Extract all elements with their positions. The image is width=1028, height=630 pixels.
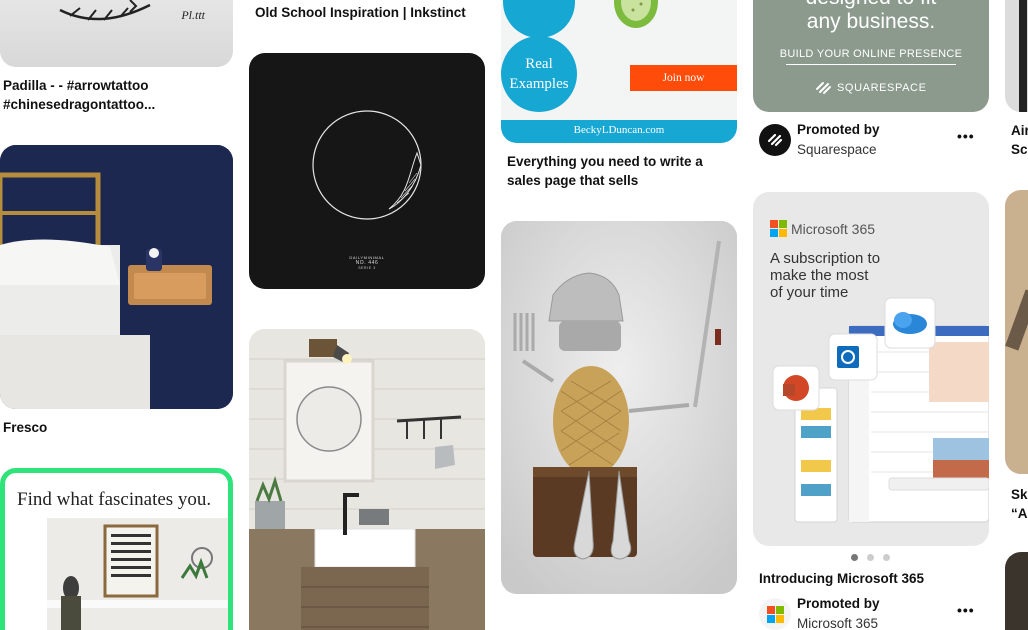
- sponsor-name[interactable]: Microsoft 365: [797, 614, 880, 630]
- partial-caption-line: Sku: [1011, 487, 1028, 502]
- promoted-by-squarespace[interactable]: Promoted by Squarespace: [759, 120, 880, 160]
- spoon-robot-image: [501, 221, 737, 594]
- pin-partial-middle-right[interactable]: [1005, 190, 1028, 474]
- pin-fresco-bedroom[interactable]: [0, 145, 233, 409]
- microsoft-avatar[interactable]: [759, 598, 791, 630]
- pin-caption-partial-1[interactable]: Air Scr: [1011, 121, 1028, 159]
- promoted-label: Promoted by: [797, 596, 880, 611]
- partial-caption-line: Air: [1011, 123, 1028, 138]
- pin-rustic-bathroom[interactable]: [249, 329, 485, 630]
- real-examples-label: Real Examples: [509, 56, 569, 92]
- minimal-circle-artwork: [312, 110, 422, 220]
- more-options-icon[interactable]: •••: [957, 128, 975, 144]
- microsoft-avatar-logo-icon: [766, 605, 784, 623]
- ad-microsoft365[interactable]: Microsoft 365 A subscription to make the…: [753, 192, 989, 546]
- squarespace-cta-underline: [786, 64, 956, 65]
- pin-find-fascinates[interactable]: Find what fascinates you.: [0, 468, 233, 630]
- pin-partial-bottom-right[interactable]: [1005, 552, 1028, 630]
- carousel-dot[interactable]: [883, 554, 890, 561]
- pin-dailyminimal-poster[interactable]: DAILYMINIMAL NO. 446 SERIE 3: [249, 53, 485, 289]
- poster-label-3: SERIE 3: [358, 266, 376, 270]
- squarespace-headline-1: designed to fit: [753, 0, 989, 10]
- partial-caption-line: Scr: [1011, 142, 1028, 157]
- squarespace-brand-lockup: SQUARESPACE: [815, 81, 927, 95]
- pin-caption-tattoo[interactable]: Padilla - - #arrowtattoo #chinesedragont…: [3, 76, 203, 114]
- site-url: BeckyLDuncan.com: [573, 124, 665, 136]
- ms-devices-illustration: [772, 297, 989, 523]
- squarespace-mark-icon: [767, 133, 783, 147]
- pin-caption-fresco[interactable]: Fresco: [3, 418, 47, 437]
- sponsor-name[interactable]: Squarespace: [797, 140, 880, 160]
- pin-caption-microsoft[interactable]: Introducing Microsoft 365: [759, 569, 924, 588]
- pin-caption-partial-2[interactable]: Sku “Ar: [1011, 485, 1028, 523]
- promoted-label: Promoted by: [797, 122, 880, 137]
- squarespace-logo-icon: [816, 82, 831, 94]
- squarespace-headline-2: any business.: [806, 10, 936, 33]
- pin-partial-top-right[interactable]: [1005, 0, 1028, 112]
- carousel-dot-active[interactable]: [851, 554, 858, 561]
- partial-caption-line: “Ar: [1011, 506, 1028, 521]
- tattoo-signature: Pl.ttt: [181, 8, 205, 22]
- bedroom-image: [0, 145, 233, 409]
- pin-spoon-robot-sculpture[interactable]: [501, 221, 737, 594]
- pin-sales-page-graphic[interactable]: Real Examples Join now BeckyLDuncan.com: [501, 0, 737, 143]
- promoted-by-microsoft[interactable]: Promoted by Microsoft 365: [759, 594, 880, 630]
- pin-caption-sales-page[interactable]: Everything you need to write a sales pag…: [507, 152, 732, 190]
- squarespace-brand: SQUARESPACE: [837, 82, 927, 94]
- join-now-button[interactable]: Join now: [630, 65, 737, 91]
- pin-tattoo-sketch[interactable]: Pl.ttt: [0, 0, 233, 67]
- squarespace-avatar[interactable]: [759, 124, 791, 156]
- find-fascinates-headline: Find what fascinates you.: [17, 489, 212, 510]
- more-options-icon[interactable]: •••: [957, 602, 975, 618]
- pin-caption-old-school[interactable]: Old School Inspiration | Inkstinct: [255, 3, 466, 22]
- pin-board: Pl.ttt Padilla - - #arrowtattoo #chinese…: [0, 0, 1028, 630]
- ad-squarespace[interactable]: designed to fit any business. BUILD YOUR…: [753, 0, 989, 112]
- carousel-indicator[interactable]: [851, 554, 890, 561]
- squarespace-cta[interactable]: BUILD YOUR ONLINE PRESENCE: [753, 48, 989, 60]
- carousel-dot[interactable]: [867, 554, 874, 561]
- bathroom-image: [249, 329, 485, 630]
- living-room-image: [47, 518, 228, 630]
